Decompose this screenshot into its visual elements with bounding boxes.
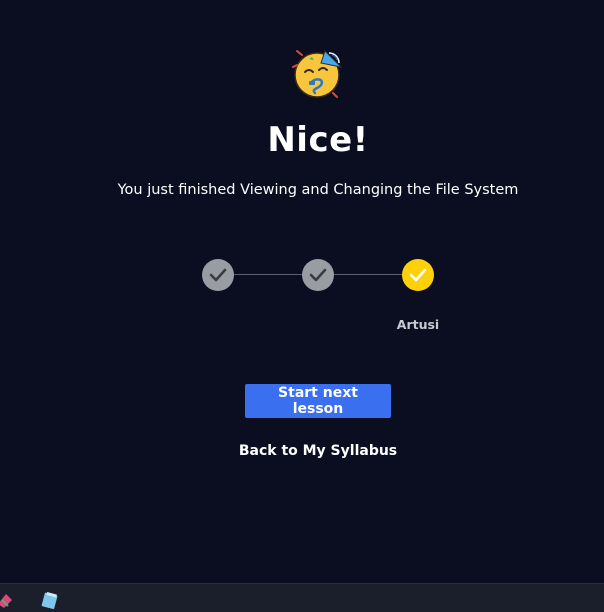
taskbar <box>0 583 604 612</box>
progress-step-label: Artusi <box>396 317 440 332</box>
ribbon-app-icon[interactable] <box>0 590 16 610</box>
checkmark-icon <box>309 268 327 282</box>
progress-step-current <box>402 259 434 291</box>
start-next-lesson-button[interactable]: Start next lesson <box>245 384 391 418</box>
notepad-app-icon[interactable] <box>40 590 60 610</box>
checkmark-icon <box>409 268 427 282</box>
back-to-syllabus-link[interactable]: Back to My Syllabus <box>218 443 418 459</box>
lesson-complete-page: Nice! You just finished Viewing and Chan… <box>0 0 604 583</box>
completion-title: Nice! <box>267 120 369 160</box>
partying-face-icon <box>292 50 343 98</box>
progress-connector <box>234 274 302 275</box>
checkmark-icon <box>209 268 227 282</box>
progress-step-completed <box>202 259 234 291</box>
progress-connector <box>334 274 402 275</box>
completion-subtitle: You just finished Viewing and Changing t… <box>117 182 519 198</box>
progress-step-completed <box>302 259 334 291</box>
